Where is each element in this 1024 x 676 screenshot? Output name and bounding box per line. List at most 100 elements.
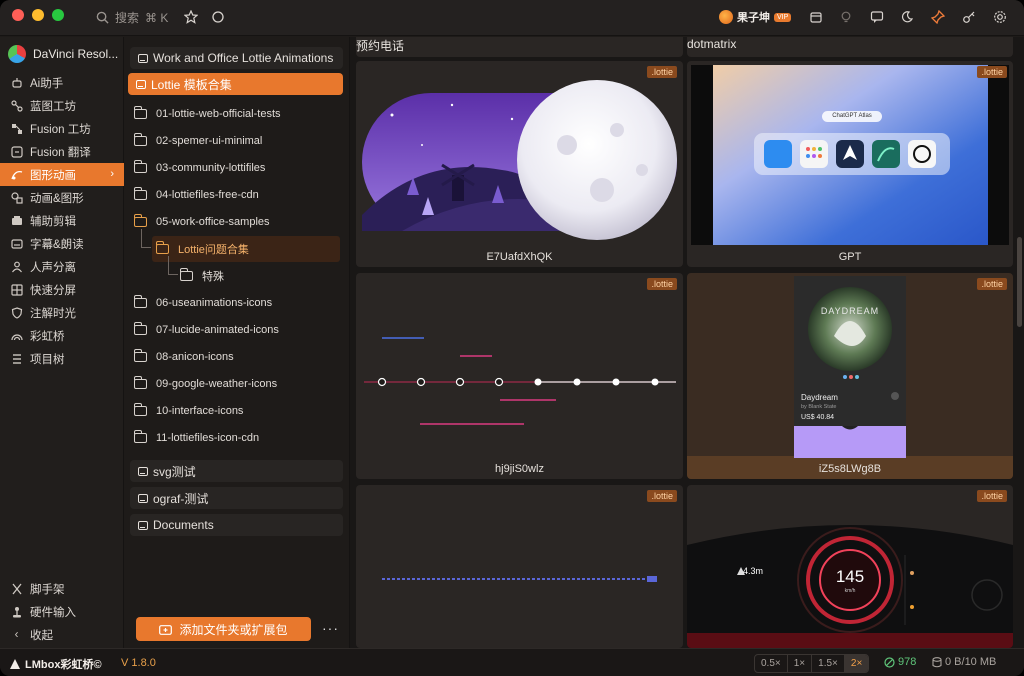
sidebar-item-label: Fusion 翻译 — [30, 146, 91, 159]
add-folder-button[interactable]: 添加文件夹或扩展包 — [136, 617, 311, 641]
sidebar-item-graphic-animation[interactable]: 图形动画 › — [0, 163, 124, 186]
card-top-right-partial[interactable]: dotmatrix — [687, 37, 1013, 57]
sidebar-item-hardware-input[interactable]: 硬件输入 — [0, 600, 124, 623]
sidebar-item-assist-edit[interactable]: 辅助剪辑 — [0, 209, 124, 232]
sidebar-item-label: 脚手架 — [30, 583, 65, 596]
folder-name: 09-google-weather-icons — [156, 378, 278, 390]
animation-card[interactable]: .lottie hj9jiS0wlz — [356, 273, 683, 479]
folder-item[interactable]: 09-google-weather-icons — [133, 371, 278, 397]
sidebar-item-fusion-translate[interactable]: Fusion 翻译 — [0, 140, 124, 163]
star-icon[interactable] — [182, 8, 200, 26]
folder-item-selected[interactable]: Lottie问题合集 — [152, 236, 340, 262]
zoom-option[interactable]: 1× — [788, 655, 813, 672]
message-icon[interactable] — [868, 8, 886, 26]
zoom-option-active[interactable]: 2× — [844, 655, 869, 672]
sidebar-item-label: 辅助剪辑 — [30, 215, 76, 228]
search-icon — [96, 11, 109, 24]
sidebar-item-label: 收起 — [30, 629, 53, 642]
folder-item[interactable]: 02-spemer-ui-minimal — [133, 128, 262, 154]
user-name: 果子坤 — [737, 12, 770, 24]
vip-badge: VIP — [774, 12, 792, 22]
folder-item[interactable]: 特殊 — [179, 263, 224, 289]
pin-icon[interactable] — [929, 8, 947, 26]
sidebar-item-rainbow-bridge[interactable]: 彩虹桥 — [0, 324, 124, 347]
animation-card[interactable]: ChatGPT Atlas .lottie GPT — [687, 61, 1013, 267]
more-options-button[interactable]: ··· — [322, 620, 339, 636]
zoom-option[interactable]: 1.5× — [812, 655, 845, 672]
store-icon[interactable] — [807, 8, 825, 26]
folder-item[interactable]: 10-interface-icons — [133, 398, 243, 424]
timeline-thumbnail — [356, 293, 683, 457]
animation-card[interactable]: .lottie — [356, 485, 683, 648]
app-name: DaVinci Resol... — [33, 47, 119, 61]
zoom-option[interactable]: 0.5× — [755, 655, 788, 672]
sidebar-item-project-tree[interactable]: 项目树 — [0, 347, 124, 370]
item-count-value: 978 — [898, 656, 917, 668]
group-ograf-test[interactable]: ograf-测试 — [130, 487, 343, 509]
animation-card-selected[interactable]: DAYDREAM Daydream by Blank State US$ 40.… — [687, 273, 1013, 479]
inbox-icon — [138, 493, 148, 503]
group-work-office[interactable]: Work and Office Lottie Animations — [130, 47, 343, 69]
circle-icon[interactable] — [209, 8, 227, 26]
folder-item[interactable]: 01-lottie-web-official-tests — [133, 101, 281, 127]
key-icon[interactable] — [960, 8, 978, 26]
user-account[interactable]: 果子坤 VIP — [719, 9, 792, 25]
minimize-window-button[interactable] — [32, 9, 44, 21]
sidebar-item-vocal-split[interactable]: 人声分离 — [0, 255, 124, 278]
folder-icon — [133, 376, 147, 389]
file-type-tag: .lottie — [647, 278, 677, 290]
app-selector[interactable]: DaVinci Resol... — [8, 45, 118, 63]
zoom-window-button[interactable] — [52, 9, 64, 21]
bulb-icon[interactable] — [837, 8, 855, 26]
folder-item[interactable]: 04-lottiefiles-free-cdn — [133, 182, 259, 208]
add-folder-label: 添加文件夹或扩展包 — [179, 622, 288, 637]
tree-connector — [141, 229, 142, 247]
folder-name: 特殊 — [202, 271, 224, 283]
group-svg-test[interactable]: svg测试 — [130, 460, 343, 482]
folder-item[interactable]: 08-anicon-icons — [133, 344, 234, 370]
group-lottie-templates[interactable]: Lottie 模板合集 — [128, 73, 343, 95]
sidebar-item-annotation[interactable]: 注解时光 — [0, 301, 124, 324]
brand: LMbox彩虹桥© — [9, 656, 102, 672]
settings-gear-icon[interactable] — [991, 8, 1009, 26]
animation-card[interactable]: 145 km/h 4.3m .lottie — [687, 485, 1013, 648]
grid-scrollbar[interactable] — [1017, 237, 1022, 327]
sidebar-item-quick-split[interactable]: 快速分屏 — [0, 278, 124, 301]
motion-icon — [10, 168, 23, 181]
folder-item[interactable]: 05-work-office-samples — [133, 209, 270, 235]
sidebar-item-fusion-workshop[interactable]: Fusion 工坊 — [0, 117, 124, 140]
avatar — [719, 10, 733, 24]
sidebar-item-scaffold[interactable]: 脚手架 — [0, 577, 124, 600]
sidebar-item-blueprint[interactable]: 蓝图工坊 — [0, 94, 124, 117]
title-bar: 搜索 ⌘ K 果子坤 VIP — [0, 0, 1024, 36]
shield-icon — [10, 306, 23, 319]
group-documents[interactable]: Documents — [130, 514, 343, 536]
folder-item[interactable]: 11-lottiefiles-icon-cdn — [133, 425, 259, 451]
sidebar-collapse-button[interactable]: ‹ 收起 — [0, 623, 124, 646]
folder-name: 07-lucide-animated-icons — [156, 324, 279, 336]
rainbow-icon — [10, 329, 23, 342]
folder-item[interactable]: 06-useanimations-icons — [133, 290, 272, 316]
folder-plus-icon — [159, 624, 173, 635]
animation-card[interactable]: .lottie E7UafdXhQK — [356, 61, 683, 267]
group-label: Lottie 模板合集 — [151, 77, 232, 92]
card-top-left-partial[interactable]: 预约电话 — [356, 37, 683, 57]
search-box[interactable]: 搜索 ⌘ K — [96, 9, 168, 26]
sidebar-item-ai[interactable]: Ai助手 — [0, 71, 124, 94]
sidebar-item-label: 项目树 — [30, 353, 65, 366]
group-label: ograf-测试 — [153, 491, 209, 506]
close-window-button[interactable] — [12, 9, 24, 21]
card-name: E7UafdXhQK — [486, 251, 553, 263]
sidebar-item-shapes[interactable]: 动画&图形 — [0, 186, 124, 209]
inbox-icon — [138, 520, 148, 530]
sidebar-item-subtitle[interactable]: 字幕&朗读 — [0, 232, 124, 255]
folder-item[interactable]: 03-community-lottifiles — [133, 155, 265, 181]
sidebar-item-label: 图形动画 — [30, 169, 76, 182]
folder-open-icon — [155, 241, 169, 254]
folder-item[interactable]: 07-lucide-animated-icons — [133, 317, 279, 343]
card-name: GPT — [838, 251, 862, 263]
file-type-tag: .lottie — [977, 278, 1007, 290]
inbox-icon — [136, 79, 146, 89]
inbox-icon — [138, 466, 148, 476]
moon-icon[interactable] — [898, 8, 916, 26]
